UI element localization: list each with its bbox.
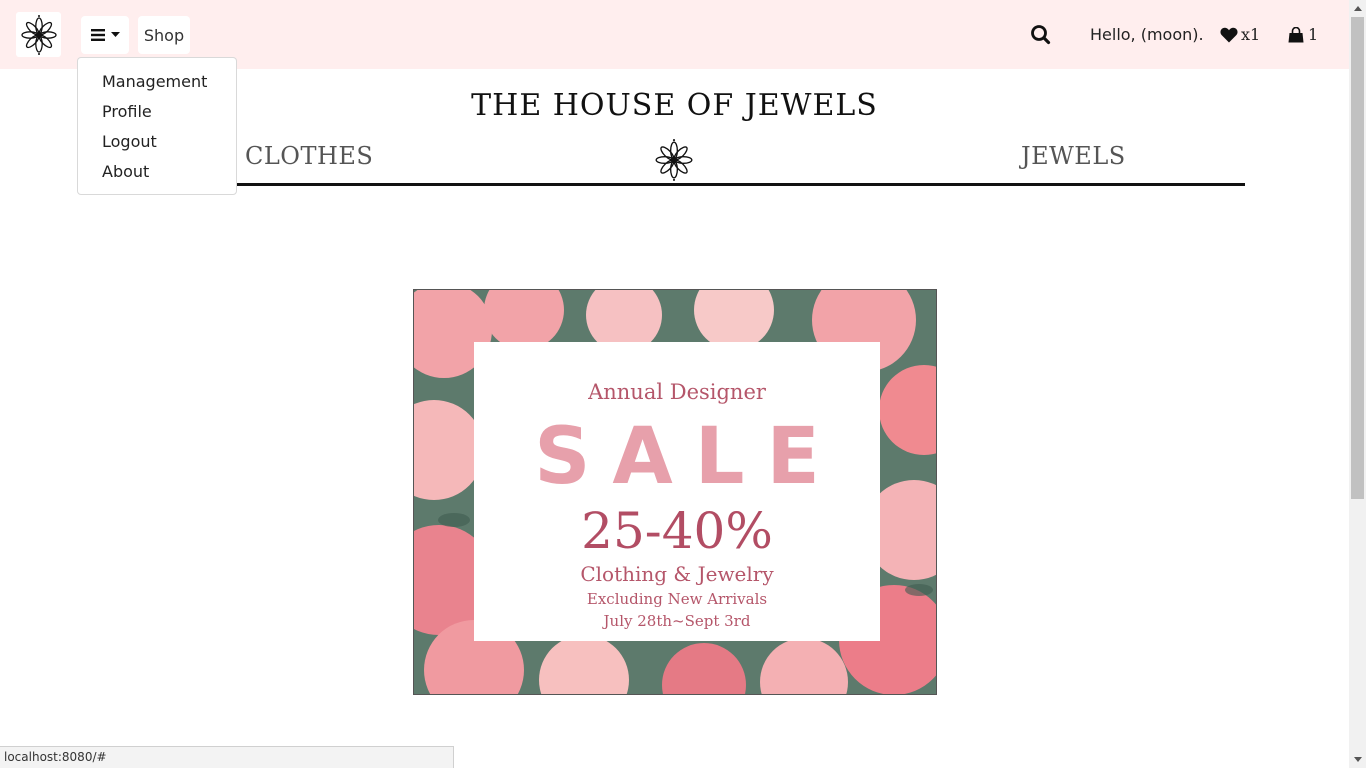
vertical-scrollbar[interactable] xyxy=(1349,0,1366,768)
search-icon xyxy=(1031,25,1051,45)
user-dropdown-menu: Management Profile Logout About xyxy=(77,57,237,195)
scroll-thumb[interactable] xyxy=(1351,17,1364,499)
sale-card: Annual Designer SALE 25-40% Clothing & J… xyxy=(474,342,880,641)
search-button[interactable] xyxy=(1028,22,1054,48)
menu-item-management[interactable]: Management xyxy=(78,70,236,100)
cart-count: 1 xyxy=(1308,25,1319,44)
banner-dates: July 28th~Sept 3rd xyxy=(603,612,751,630)
banner-headline: SALE xyxy=(534,412,842,502)
menu-toggle-button[interactable] xyxy=(81,16,129,54)
triangle-up-icon xyxy=(1353,6,1362,11)
banner-exclusion: Excluding New Arrivals xyxy=(586,590,768,608)
menu-item-about[interactable]: About xyxy=(78,160,236,190)
wishlist-count: x1 xyxy=(1241,25,1261,44)
category-nav: CLOTHES JEWELS xyxy=(106,136,1245,186)
scroll-up-arrow[interactable] xyxy=(1349,0,1366,17)
site-logo[interactable] xyxy=(16,12,61,57)
category-clothes-link[interactable]: CLOTHES xyxy=(245,142,373,170)
triangle-down-icon xyxy=(1353,757,1362,762)
browser-status-bar: localhost:8080/# xyxy=(0,746,454,768)
category-jewels-link[interactable]: JEWELS xyxy=(1021,142,1126,170)
scroll-down-arrow[interactable] xyxy=(1349,751,1366,768)
caret-down-icon xyxy=(110,32,120,37)
hamburger-icon xyxy=(90,29,105,41)
flower-logo-icon xyxy=(20,14,57,55)
wishlist-link[interactable]: x1 xyxy=(1220,25,1260,44)
heart-icon xyxy=(1220,27,1238,42)
sale-banner[interactable]: Annual Designer SALE 25-40% Clothing & J… xyxy=(413,289,937,695)
banner-categories: Clothing & Jewelry xyxy=(580,562,774,586)
shop-link[interactable]: Shop xyxy=(138,16,190,54)
cart-link[interactable]: 1 xyxy=(1288,25,1318,44)
banner-subtitle: Annual Designer xyxy=(588,380,766,404)
menu-item-logout[interactable]: Logout xyxy=(78,130,236,160)
flower-logo-icon xyxy=(655,139,693,181)
shopping-bag-icon xyxy=(1288,26,1304,42)
user-greeting[interactable]: Hello, (moon). xyxy=(1090,25,1204,44)
menu-item-profile[interactable]: Profile xyxy=(78,100,236,130)
banner-discount: 25-40% xyxy=(581,502,773,560)
